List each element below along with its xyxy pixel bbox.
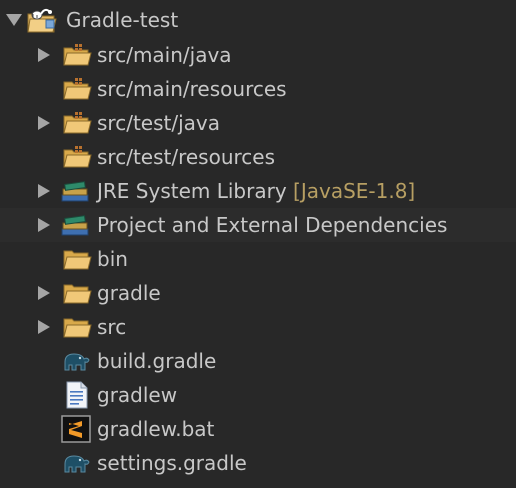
- folder-icon: [62, 314, 92, 340]
- tree-row-gradlew[interactable]: gradlew: [0, 378, 516, 412]
- text-file-icon: [65, 381, 95, 409]
- folder-icon: [62, 246, 92, 272]
- expand-arrow-icon[interactable]: [38, 184, 50, 198]
- expand-arrow-icon[interactable]: [38, 116, 50, 130]
- library-icon: [60, 178, 90, 204]
- tree-row-gradlew-bat[interactable]: gradlew.bat: [0, 412, 516, 446]
- tree-row-gradle[interactable]: gradle: [0, 276, 516, 310]
- tree-item-label: bin: [97, 247, 128, 271]
- tree-row-project[interactable]: Gradle-test: [0, 2, 516, 38]
- library-name: JRE System Library: [97, 179, 287, 203]
- tree-item-label: Project and External Dependencies: [97, 213, 448, 237]
- gradle-elephant-icon: [61, 450, 91, 476]
- tree-row-bin[interactable]: bin: [0, 242, 516, 276]
- tree-item-label: src: [97, 315, 127, 339]
- folder-icon: [62, 280, 92, 306]
- tree-row-jre-system-library[interactable]: JRE System Library [JavaSE-1.8]: [0, 174, 516, 208]
- tree-row-build-gradle[interactable]: build.gradle: [0, 344, 516, 378]
- tree-row-src-test-java[interactable]: src/test/java: [0, 106, 516, 140]
- package-folder-icon: [62, 42, 92, 68]
- project-name: Gradle-test: [66, 8, 179, 32]
- tree-item-label: JRE System Library [JavaSE-1.8]: [97, 179, 415, 203]
- tree-row-src-main-resources[interactable]: src/main/resources: [0, 72, 516, 106]
- sublime-file-icon: [61, 415, 91, 443]
- package-folder-icon: [62, 110, 92, 136]
- tree-row-src[interactable]: src: [0, 310, 516, 344]
- collapse-arrow-icon[interactable]: [6, 14, 22, 26]
- tree-item-label: src/main/resources: [97, 77, 287, 101]
- tree-item-label: src/test/resources: [97, 145, 276, 169]
- tree-item-label: gradlew: [97, 383, 178, 407]
- expand-arrow-icon[interactable]: [38, 218, 50, 232]
- tree-item-label: src/main/java: [97, 43, 232, 67]
- expand-arrow-icon[interactable]: [38, 320, 50, 334]
- tree-row-src-test-resources[interactable]: src/test/resources: [0, 140, 516, 174]
- jre-version-decoration: [JavaSE-1.8]: [293, 179, 416, 203]
- package-folder-icon: [62, 144, 92, 170]
- library-icon: [60, 212, 90, 238]
- package-folder-icon: [62, 76, 92, 102]
- gradle-elephant-icon: [61, 348, 91, 374]
- expand-arrow-icon[interactable]: [38, 48, 50, 62]
- tree-item-label: src/test/java: [97, 111, 220, 135]
- project-explorer-tree: Gradle-test src/main/java src/main/resou…: [0, 2, 516, 480]
- tree-item-label: build.gradle: [97, 349, 217, 373]
- gradle-project-icon: [26, 6, 57, 33]
- tree-row-project-and-external-dependencies[interactable]: Project and External Dependencies: [0, 208, 516, 242]
- tree-row-src-main-java[interactable]: src/main/java: [0, 38, 516, 72]
- tree-item-label: settings.gradle: [97, 451, 247, 475]
- tree-item-label: gradlew.bat: [97, 417, 215, 441]
- tree-row-settings-gradle[interactable]: settings.gradle: [0, 446, 516, 480]
- expand-arrow-icon[interactable]: [38, 286, 50, 300]
- tree-item-label: gradle: [97, 281, 161, 305]
